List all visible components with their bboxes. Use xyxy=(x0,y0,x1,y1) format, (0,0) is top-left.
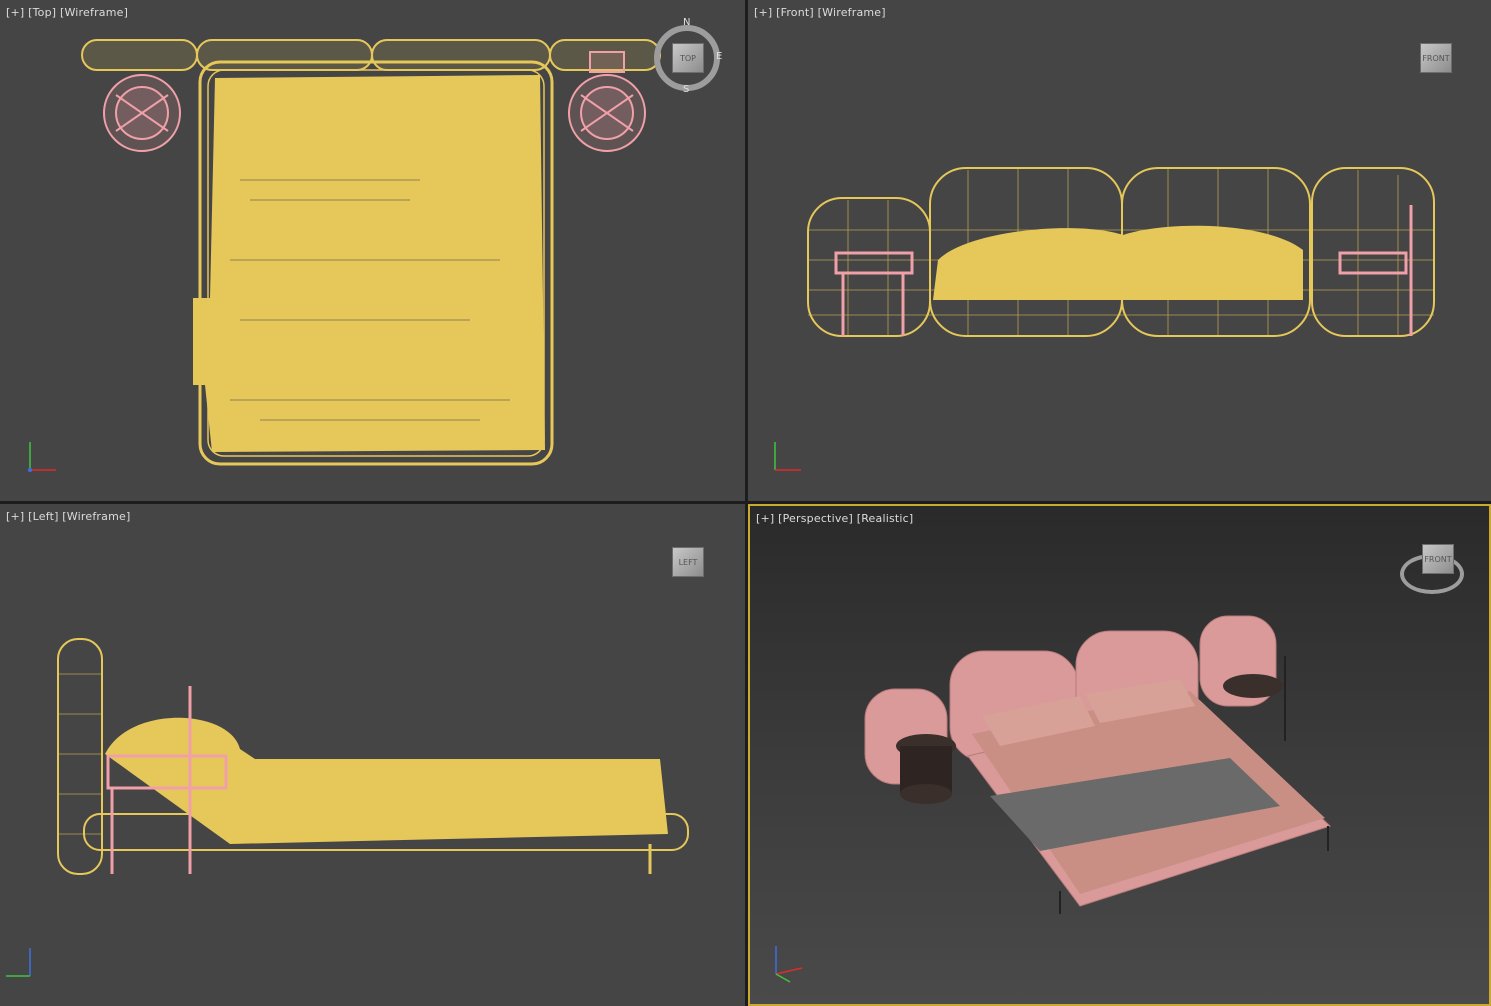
perspective-render-scene xyxy=(775,615,1331,983)
viewcube-icon[interactable]: FRONT xyxy=(1420,43,1452,73)
viewport-top[interactable]: [+] [Top] [Wireframe] TOP N E S xyxy=(0,0,745,501)
nightstand-left xyxy=(834,251,914,336)
mattress-mass xyxy=(193,75,545,452)
viewport-left[interactable]: [+] [Left] [Wireframe] LEFT xyxy=(0,504,745,1006)
viewcube-icon[interactable]: FRONT xyxy=(1422,544,1454,574)
viewcube-icon[interactable]: TOP xyxy=(672,43,704,73)
axis-tripod-icon xyxy=(774,442,801,471)
front-wireframe-scene xyxy=(774,167,1435,471)
nightstand-right xyxy=(1338,205,1413,336)
axis-tripod-icon xyxy=(6,948,31,977)
viewcube-icon[interactable]: LEFT xyxy=(672,547,704,577)
headboard-cushion xyxy=(196,39,373,71)
nightstand-left xyxy=(896,734,956,804)
axis-tripod-icon xyxy=(775,946,803,983)
headboard-cushion xyxy=(81,39,198,71)
viewport-perspective[interactable]: [+] [Perspective] [Realistic] FRONT xyxy=(748,504,1491,1006)
left-wireframe-scene xyxy=(6,638,689,977)
axis-tripod-icon xyxy=(28,442,56,472)
viewport-front[interactable]: [+] [Front] [Wireframe] FRONT xyxy=(748,0,1491,501)
compass-s: S xyxy=(683,84,690,95)
compass-n: N xyxy=(683,17,691,28)
viewport-grid: [+] [Top] [Wireframe] TOP N E S [+] [Fro… xyxy=(0,0,1491,1006)
top-wireframe-scene xyxy=(28,39,661,472)
compass-e: E xyxy=(716,51,723,62)
headboard-cushion xyxy=(371,39,551,71)
mattress-mass xyxy=(933,225,1303,300)
nightstand-left xyxy=(103,74,181,152)
